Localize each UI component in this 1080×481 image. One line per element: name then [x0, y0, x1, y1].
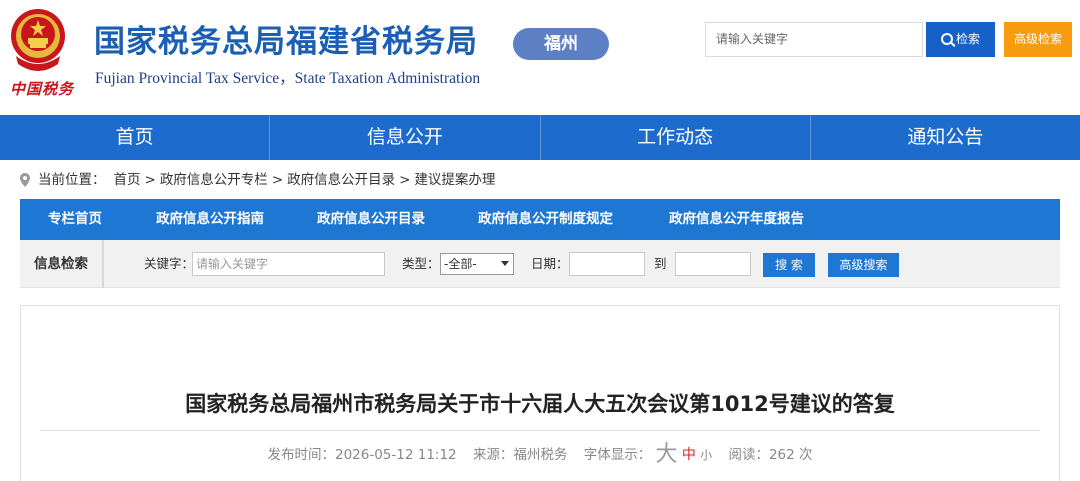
source-label: 来源：	[472, 447, 514, 463]
breadcrumb-link-column[interactable]: 政府信息公开专栏	[160, 170, 268, 190]
date-to-input[interactable]	[675, 252, 751, 276]
publish-time-label: 发布时间：	[267, 447, 335, 463]
breadcrumb-link-home[interactable]: 首页	[114, 170, 141, 190]
date-label: 日期：	[531, 256, 569, 271]
article-title: 国家税务总局福州市税务局关于市十六届人大五次会议第1012号建议的答复	[185, 392, 895, 416]
nav-item-info-disclosure[interactable]: 信息公开	[269, 115, 539, 160]
source: 福州税务	[513, 447, 568, 463]
breadcrumb-prefix: 当前位置：	[38, 172, 106, 188]
subnav-annual-report[interactable]: 政府信息公开年度报告	[669, 199, 804, 240]
site-search-input[interactable]: 请输入关键字	[705, 22, 923, 57]
breadcrumb-link-catalog[interactable]: 政府信息公开目录	[287, 170, 395, 190]
read-count-label: 阅读：	[728, 447, 769, 463]
date-to-label: 到	[654, 256, 667, 271]
info-search-bar: 信息检索 关键字： 请输入关键字 类型： -全部- 日期： 到 搜 索 高级搜索	[20, 240, 1060, 288]
date-from-input[interactable]	[569, 252, 645, 276]
city-badge[interactable]: 福州	[513, 28, 609, 60]
type-select[interactable]: -全部-	[440, 253, 514, 275]
search-icon	[940, 33, 953, 45]
main-nav: 首页 信息公开 工作动态 通知公告	[0, 115, 1080, 160]
type-label: 类型：	[402, 256, 440, 271]
subnav-disclosure-rules[interactable]: 政府信息公开制度规定	[478, 199, 613, 240]
sub-nav: 专栏首页 政府信息公开指南 政府信息公开目录 政府信息公开制度规定 政府信息公开…	[20, 199, 1060, 240]
subnav-column-home[interactable]: 专栏首页	[48, 199, 102, 240]
article-meta: 发布时间：2026-05-12 11:12 来源：福州税务 字体显示： 大 中 …	[21, 440, 1059, 470]
advanced-search-button[interactable]: 高级检索	[1004, 22, 1072, 57]
nav-item-work-news[interactable]: 工作动态	[539, 115, 810, 160]
site-subtitle: Fujian Provincial Tax Service，State Taxa…	[95, 70, 481, 87]
chevron-down-icon	[501, 261, 509, 266]
font-size-label: 字体显示：	[583, 447, 652, 463]
site-title[interactable]: 国家税务总局福建省税务局	[94, 22, 478, 62]
divider	[40, 430, 1040, 431]
info-advanced-search-button[interactable]: 高级搜索	[828, 253, 899, 277]
national-emblem-icon[interactable]	[8, 6, 68, 76]
breadcrumb-separator: >	[399, 172, 411, 188]
info-search-title: 信息检索	[20, 240, 104, 288]
site-search-label: 检索	[955, 32, 980, 46]
keyword-label: 关键字：	[144, 256, 195, 271]
font-size-large-button[interactable]: 大	[656, 442, 678, 467]
breadcrumb: 当前位置： 首页 > 政府信息公开专栏 > 政府信息公开目录 > 建议提案办理	[20, 170, 495, 190]
subnav-disclosure-guide[interactable]: 政府信息公开指南	[156, 199, 264, 240]
nav-item-notices[interactable]: 通知公告	[809, 115, 1080, 160]
subnav-disclosure-catalog[interactable]: 政府信息公开目录	[317, 199, 425, 240]
location-pin-icon	[20, 173, 30, 187]
info-search-button[interactable]: 搜 索	[763, 253, 815, 277]
read-count: 262 次	[768, 447, 813, 463]
breadcrumb-separator: >	[144, 172, 156, 188]
china-tax-logo: 中国税务	[10, 80, 75, 98]
nav-item-home[interactable]: 首页	[0, 115, 269, 160]
breadcrumb-separator: >	[271, 172, 284, 188]
publish-time: 2026-05-12 11:12	[334, 447, 457, 463]
type-select-value: -全部-	[444, 257, 477, 271]
keyword-input[interactable]: 请输入关键字	[192, 252, 385, 276]
site-header: 中国税务 国家税务总局福建省税务局 Fujian Provincial Tax …	[0, 0, 1080, 115]
breadcrumb-link-proposals[interactable]: 建议提案办理	[414, 170, 495, 190]
font-size-medium-button[interactable]: 中	[682, 447, 696, 463]
font-size-small-button[interactable]: 小	[700, 448, 712, 462]
article-panel: 国家税务总局福州市税务局关于市十六届人大五次会议第1012号建议的答复 发布时间…	[20, 305, 1060, 481]
site-search-button[interactable]: 检索	[926, 22, 995, 57]
